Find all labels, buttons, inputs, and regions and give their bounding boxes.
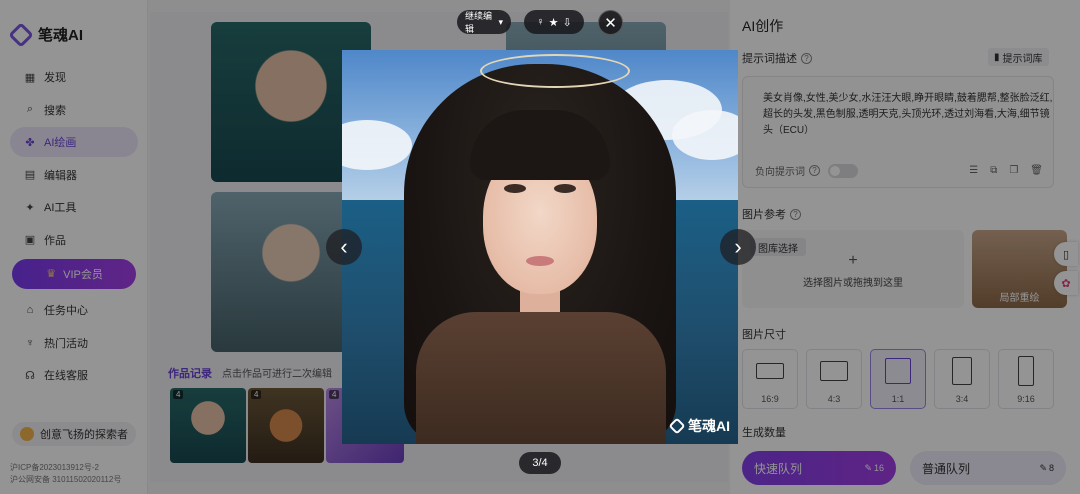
watermark: 笔魂AI (668, 416, 730, 436)
image-viewer: 笔魂AI (342, 50, 738, 444)
thumbs-icon[interactable]: ♀ (536, 16, 544, 28)
eye (554, 184, 576, 193)
download-icon[interactable]: ⇩ (562, 16, 571, 29)
watermark-text: 笔魂AI (688, 418, 730, 434)
image-counter: 3/4 (519, 452, 561, 474)
logo-icon (668, 417, 686, 435)
close-icon: ✕ (604, 14, 617, 32)
image-actions: ♀ ★ ⇩ (524, 10, 584, 34)
chevron-down-icon: ▾ (498, 16, 503, 27)
cloud (672, 110, 738, 160)
continue-edit-label: 继续编辑 (465, 11, 493, 34)
next-image-button[interactable]: › (720, 229, 756, 265)
star-icon[interactable]: ★ (549, 16, 559, 29)
lips (526, 256, 554, 266)
prev-image-button[interactable]: ‹ (326, 229, 362, 265)
shirt (416, 312, 666, 444)
eye (504, 184, 526, 193)
bangs (470, 110, 610, 180)
cloud (342, 120, 412, 170)
close-viewer-button[interactable]: ✕ (598, 10, 623, 35)
halo (480, 54, 630, 88)
continue-edit-button[interactable]: 继续编辑 ▾ (457, 10, 511, 34)
